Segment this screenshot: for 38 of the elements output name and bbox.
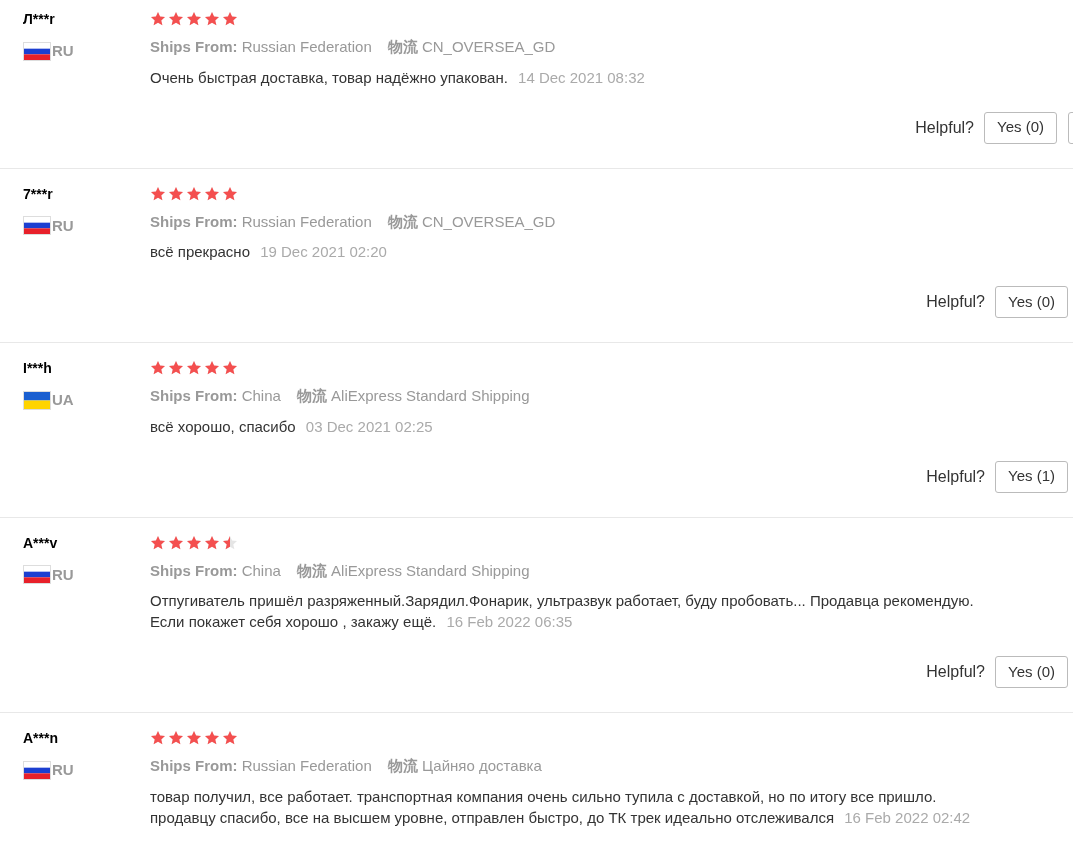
country-code: RU	[52, 41, 74, 61]
flag-icon	[23, 565, 51, 585]
country-code: RU	[52, 215, 74, 236]
yes-button[interactable]: Yes (0)	[995, 286, 1068, 318]
ships-from-info: Ships From: Russian Federation	[150, 211, 372, 232]
country-code: UA	[52, 390, 74, 410]
ships-from-info: Ships From: Russian Federation	[150, 37, 372, 57]
review-text: Очень быстрая доставка, товар надёжно упакован. 14 Dec 2021 08:32	[150, 67, 646, 88]
ships-from-info: Ships From: Russian Federation	[150, 756, 372, 776]
logistics-info: 物流 CN_OVERSEA_GD	[387, 211, 556, 232]
reviewer-name: A***n	[23, 729, 59, 747]
logistics-info: 物流 CN_OVERSEA_GD	[387, 37, 556, 57]
helpful-label: Helpful?	[926, 466, 985, 487]
logistics-info: 物流 Цайняо доставка	[387, 756, 542, 776]
country-code: RU	[52, 564, 74, 585]
logistics-info: 物流 AliExpress Standard Shipping	[296, 560, 530, 581]
reviewer-name: A***v	[23, 533, 59, 552]
flag-icon	[23, 390, 51, 410]
helpful-label: Helpful?	[926, 292, 985, 312]
logistics-info: 物流 AliExpress Standard Shipping	[296, 386, 530, 406]
flag-icon	[23, 760, 51, 780]
review-text: Отпугиватель пришёл разряженный.Зарядил.Фонарик, ультразвук работает, буду пробовать... Продавца рекомендую. Если покажет себя хорошо , закажу ещё. 16 Feb 2022 06:35	[150, 591, 975, 632]
yes-button[interactable]: Yes (0)	[984, 111, 1057, 144]
review-text: товар получил, все работает. транспортная компания очень сильно тупила с доставкой, но по итогу все пришло. продавцу спасибо, все на высшем уровне, отправлен быстро, до ТК трек идеально отслеживался 16 Feb 2022 02:42	[150, 786, 972, 828]
flag-icon	[23, 216, 51, 236]
yes-button[interactable]: Yes (0)	[995, 656, 1068, 688]
ships-from-info: Ships From: China	[150, 386, 281, 406]
helpful-label: Helpful?	[915, 117, 974, 138]
ships-from-info: Ships From: China	[150, 560, 281, 581]
reviewer-name: 7***r	[23, 184, 54, 203]
yes-button[interactable]: Yes (1)	[995, 460, 1068, 493]
reviewer-name: Л***r	[23, 10, 56, 28]
review-text: всё хорошо, спасибо 03 Dec 2021 02:25	[150, 416, 434, 437]
review-text: всё прекрасно 19 Dec 2021 02:20	[150, 242, 388, 262]
country-code: RU	[52, 760, 74, 780]
helpful-label: Helpful?	[926, 662, 985, 682]
flag-icon	[23, 41, 51, 61]
reviewer-name: I***h	[23, 359, 53, 377]
